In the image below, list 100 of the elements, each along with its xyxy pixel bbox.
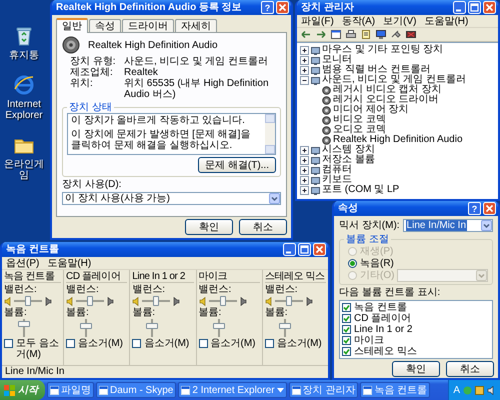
- ok-button[interactable]: 확인: [185, 219, 233, 235]
- checkbox-label[interactable]: 음소거(M): [276, 338, 322, 349]
- slider-thumb[interactable]: [286, 296, 292, 306]
- slider-thumb[interactable]: [25, 296, 31, 306]
- balance-slider[interactable]: [274, 296, 303, 306]
- scrollbar[interactable]: [265, 114, 275, 154]
- tab[interactable]: 일반: [56, 18, 88, 33]
- device-usage-dropdown[interactable]: 이 장치 사용(사용 가능): [62, 192, 281, 205]
- icon-label[interactable]: 휴지통: [1, 50, 47, 61]
- expand-icon[interactable]: [300, 166, 309, 174]
- close-button[interactable]: [313, 243, 326, 256]
- checkbox[interactable]: [342, 347, 351, 356]
- balance-slider[interactable]: [142, 296, 170, 306]
- tree-item[interactable]: 마우스 및 기타 포인팅 장치: [322, 45, 444, 55]
- tree-item[interactable]: 시스템 장치: [322, 145, 375, 155]
- window-icon[interactable]: [331, 30, 341, 39]
- checkbox[interactable]: [342, 303, 351, 312]
- icon-label[interactable]: Internet Explorer: [1, 99, 47, 121]
- slider-thumb[interactable]: [220, 296, 226, 306]
- tree-item[interactable]: 키보드: [322, 175, 352, 185]
- menu-item[interactable]: 도움말(H): [47, 258, 92, 268]
- checkbox[interactable]: [66, 339, 75, 348]
- help-button[interactable]: ?: [468, 202, 481, 215]
- tree-item[interactable]: 저장소 볼륨: [322, 155, 375, 165]
- mixer-device-dropdown[interactable]: Line In/Mic In: [402, 219, 493, 232]
- taskbar-button[interactable]: 장치 관리자: [288, 382, 358, 398]
- tab[interactable]: 속성: [89, 19, 121, 32]
- tree-item[interactable]: 미디어 제어 장치: [333, 105, 409, 115]
- ok-button[interactable]: 확인: [392, 361, 440, 377]
- checkbox-label[interactable]: CD 플레이어: [354, 313, 412, 324]
- balance-slider[interactable]: [14, 296, 42, 306]
- volume-slider[interactable]: [212, 319, 224, 337]
- expand-icon[interactable]: [300, 56, 309, 64]
- maximize-button[interactable]: [468, 1, 481, 14]
- tree-item[interactable]: 레거시 오디오 드라이버: [333, 95, 439, 105]
- monitor-icon[interactable]: [376, 30, 386, 39]
- checkbox-label[interactable]: 마이크: [354, 335, 384, 346]
- checkbox-label[interactable]: 음소거(M): [144, 338, 190, 349]
- printer-icon[interactable]: [346, 30, 356, 39]
- help-button[interactable]: ?: [261, 1, 274, 14]
- volume-slider[interactable]: [278, 319, 291, 337]
- balance-slider[interactable]: [76, 296, 104, 306]
- forward-arrow-icon[interactable]: [316, 30, 326, 39]
- expand-icon[interactable]: [300, 46, 309, 54]
- radio-button[interactable]: [348, 258, 357, 268]
- close-button[interactable]: [483, 202, 496, 215]
- checkbox[interactable]: [198, 339, 208, 348]
- taskbar-button[interactable]: 2 Internet Explorer: [178, 382, 287, 398]
- tree-item[interactable]: 범용 직렬 버스 컨트롤러: [322, 65, 430, 75]
- checkbox-label[interactable]: 스테레오 믹스: [354, 346, 417, 357]
- cancel-button[interactable]: 취소: [446, 361, 494, 377]
- taskbar-button[interactable]: 녹음 컨트롤: [360, 382, 430, 398]
- checkbox-label[interactable]: Line In 1 or 2: [354, 324, 412, 335]
- minimize-button[interactable]: [453, 1, 466, 14]
- checkbox-label[interactable]: 모두 음소거(M): [16, 338, 61, 360]
- taskbar-button[interactable]: Daum - Skype: [96, 382, 176, 398]
- radio-label[interactable]: 녹음(R): [360, 258, 394, 268]
- checkbox[interactable]: [342, 336, 351, 345]
- close-button[interactable]: [276, 1, 289, 14]
- troubleshoot-button[interactable]: 문제 해결(T)...: [198, 157, 276, 173]
- checkbox[interactable]: [4, 339, 13, 348]
- expand-icon[interactable]: [300, 66, 309, 74]
- device-remove-icon[interactable]: [406, 30, 416, 39]
- tree-item[interactable]: 레거시 비디오 캡처 장치: [333, 85, 442, 95]
- slider-thumb[interactable]: [80, 322, 92, 329]
- tab[interactable]: 드라이버: [122, 19, 174, 32]
- icon-label[interactable]: 온라인게임: [1, 159, 47, 181]
- checkbox-label[interactable]: 녹음 컨트롤: [354, 302, 407, 313]
- minimize-button[interactable]: [283, 243, 296, 256]
- taskbar-button[interactable]: 파일명: [47, 382, 94, 398]
- slider-thumb[interactable]: [278, 322, 291, 329]
- checkbox-label[interactable]: 음소거(M): [78, 338, 123, 349]
- menu-item[interactable]: 보기(V): [383, 16, 416, 26]
- menu-item[interactable]: 도움말(H): [424, 16, 468, 26]
- slider-thumb[interactable]: [153, 296, 160, 306]
- tree-item[interactable]: 컴퓨터: [322, 165, 352, 175]
- menu-item[interactable]: 동작(A): [342, 16, 376, 26]
- close-button[interactable]: [483, 1, 496, 14]
- checkbox[interactable]: [132, 339, 142, 348]
- slider-thumb[interactable]: [87, 296, 93, 306]
- volume-slider[interactable]: [80, 319, 92, 337]
- menu-item[interactable]: 옵션(P): [6, 258, 40, 268]
- cancel-button[interactable]: 취소: [239, 219, 287, 235]
- slider-thumb[interactable]: [18, 320, 30, 327]
- browser-icon[interactable]: [12, 73, 36, 97]
- balance-slider[interactable]: [208, 296, 236, 306]
- expand-icon[interactable]: [300, 156, 309, 164]
- checkbox-label[interactable]: 음소거(M): [210, 338, 256, 349]
- checkbox[interactable]: [342, 314, 351, 323]
- properties-icon[interactable]: [361, 30, 371, 39]
- tree-item[interactable]: 사운드, 비디오 및 게임 컨트롤러: [322, 75, 466, 85]
- expand-icon[interactable]: [300, 186, 309, 194]
- maximize-button[interactable]: [298, 243, 311, 256]
- tree-item[interactable]: 비디오 코덱: [333, 115, 386, 125]
- expand-icon[interactable]: [300, 176, 309, 184]
- volume-slider[interactable]: [18, 319, 30, 337]
- back-arrow-icon[interactable]: [301, 30, 311, 39]
- collapse-icon[interactable]: [300, 76, 309, 84]
- tree-item[interactable]: Realtek High Definition Audio: [333, 135, 463, 145]
- checkbox[interactable]: [264, 339, 274, 348]
